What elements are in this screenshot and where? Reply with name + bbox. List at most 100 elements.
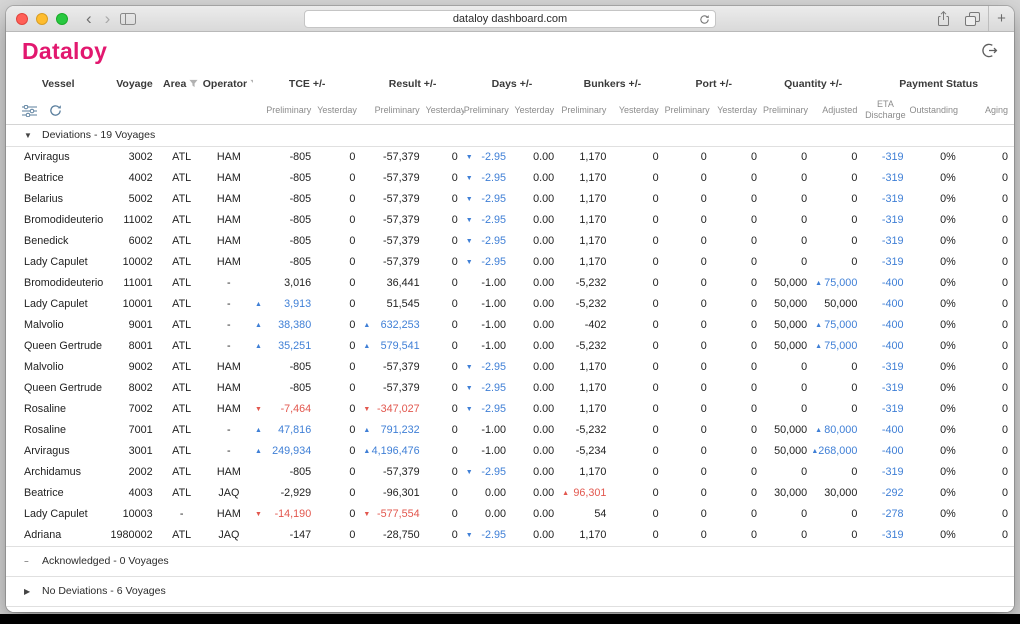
table-row[interactable]: Lady Capulet10002ATLHAM-8050-57,3790▼-2.… — [6, 252, 1014, 273]
section-expanded-icon[interactable]: ▼ — [24, 131, 33, 140]
cell-value: -400 — [882, 277, 904, 289]
cell-value: 0 — [801, 361, 807, 373]
subcolumn-header[interactable]: Aging — [962, 98, 1014, 124]
cell-value: 0 — [851, 235, 857, 247]
value-cell: -805 — [253, 462, 317, 483]
table-row[interactable]: Beatrice4003ATLJAQ-2,9290-96,30100.000.0… — [6, 483, 1014, 504]
cell-value: 9002 — [129, 361, 153, 373]
subcolumn-header[interactable]: Preliminary — [763, 98, 813, 124]
table-row[interactable]: Arviragus3001ATL-▲249,9340▲4,196,4760-1.… — [6, 441, 1014, 462]
cell-value: 0% — [940, 340, 956, 352]
cell-value: 0 — [349, 529, 355, 541]
section-row[interactable]: −Acknowledged - 0 Voyages — [6, 546, 1014, 576]
column-header-bunkers[interactable]: Bunkers +/- — [560, 70, 664, 98]
table-row[interactable]: Lady Capulet10003-HAM▼-14,1900▼-577,5540… — [6, 504, 1014, 525]
cell-value: -57,379 — [383, 466, 420, 478]
share-icon[interactable] — [936, 11, 951, 27]
cell-value: 0 — [701, 319, 707, 331]
value-cell: 0 — [763, 231, 813, 252]
address-bar[interactable]: dataloy dashboard.com — [304, 10, 716, 28]
new-tab-button[interactable]: + — [988, 6, 1014, 31]
table-row[interactable]: Beatrice4002ATLHAM-8050-57,3790▼-2.950.0… — [6, 168, 1014, 189]
column-header-tce[interactable]: TCE +/- — [253, 70, 361, 98]
zoom-button[interactable] — [56, 13, 68, 25]
table-row[interactable]: Adriana1980002ATLJAQ-1470-28,7500▼-2.950… — [6, 525, 1014, 547]
filter-settings-icon[interactable] — [22, 105, 37, 117]
table-row[interactable]: Rosaline7002ATLHAM▼-7,4640▼-347,0270▼-2.… — [6, 399, 1014, 420]
back-button[interactable]: ‹ — [83, 10, 95, 27]
value-cell: 0 — [665, 441, 713, 462]
column-header-operator[interactable]: Operator — [203, 70, 253, 98]
logout-icon[interactable] — [981, 42, 998, 59]
value-cell: 0 — [763, 252, 813, 273]
cell-value: 11001 — [123, 277, 152, 289]
value-cell: 0 — [612, 294, 664, 315]
cell-value: 36,441 — [387, 277, 420, 289]
column-header-result[interactable]: Result +/- — [361, 70, 463, 98]
section-row[interactable]: ▶No Deviations - 6 Voyages — [6, 576, 1014, 606]
value-cell: 0 — [665, 483, 713, 504]
section-row[interactable]: ▼Deviations - 19 Voyages — [6, 124, 1014, 146]
subcolumn-header[interactable]: Yesterday — [713, 98, 763, 124]
subcolumn-header[interactable] — [159, 98, 203, 124]
table-row[interactable]: Belarius5002ATLHAM-8050-57,3790▼-2.950.0… — [6, 189, 1014, 210]
table-row[interactable]: Malvolio9001ATL-▲38,3800▲632,2530-1.000.… — [6, 315, 1014, 336]
close-button[interactable] — [16, 13, 28, 25]
cell-value: 0 — [701, 256, 707, 268]
subcolumn-header[interactable] — [110, 98, 158, 124]
column-header-payment-status[interactable]: Payment Status — [863, 70, 1014, 98]
cell-value: 75,000 — [824, 277, 857, 289]
subcolumn-header[interactable]: Yesterday — [512, 98, 560, 124]
column-header-voyage[interactable]: Voyage — [110, 70, 158, 98]
table-row[interactable]: Bromodideuterio11001ATL-3,016036,4410-1.… — [6, 273, 1014, 294]
table-row[interactable]: Rosaline7001ATL-▲47,8160▲791,2320-1.000.… — [6, 420, 1014, 441]
value-cell: 0 — [763, 210, 813, 231]
subcolumn-header[interactable]: Yesterday — [612, 98, 664, 124]
subcolumn-header[interactable]: Preliminary — [665, 98, 713, 124]
subcolumn-header[interactable]: ETA Discharge — [863, 98, 909, 124]
table-row[interactable]: Archidamus2002ATLHAM-8050-57,3790▼-2.950… — [6, 462, 1014, 483]
operator-cell: - — [203, 315, 253, 336]
subcolumn-header[interactable]: Preliminary — [464, 98, 512, 124]
table-row[interactable]: Benedick6002ATLHAM-8050-57,3790▼-2.950.0… — [6, 231, 1014, 252]
subcolumn-header[interactable]: Preliminary — [361, 98, 425, 124]
forward-button[interactable]: › — [102, 10, 114, 27]
subcolumn-header[interactable]: Preliminary — [253, 98, 317, 124]
table-row[interactable]: Queen Gertrude8001ATL-▲35,2510▲579,5410-… — [6, 336, 1014, 357]
column-header-area[interactable]: Area — [159, 70, 203, 98]
value-cell: 0 — [713, 294, 763, 315]
voyage-cell: 9001 — [110, 315, 158, 336]
subcolumn-header[interactable]: Outstanding — [910, 98, 962, 124]
reload-icon[interactable] — [699, 14, 710, 25]
subcolumn-header[interactable]: Yesterday — [317, 98, 361, 124]
column-header-quantity[interactable]: Quantity +/- — [763, 70, 863, 98]
subcolumn-header[interactable]: Preliminary — [560, 98, 612, 124]
table-row[interactable]: Bromodideuterio11002ATLHAM-8050-57,3790▼… — [6, 210, 1014, 231]
filter-funnel-icon[interactable] — [189, 79, 198, 91]
table-row[interactable]: Lady Capulet10001ATL-▲3,913051,5450-1.00… — [6, 294, 1014, 315]
subcolumn-header[interactable] — [203, 98, 253, 124]
filter-funnel-icon[interactable] — [250, 79, 253, 91]
cell-value: 0 — [653, 508, 659, 520]
sidebar-toggle-button[interactable] — [120, 13, 136, 25]
tab-overview-icon[interactable] — [965, 12, 980, 26]
dataloy-logo: Dataloy — [22, 38, 107, 65]
table-row[interactable]: Arviragus3002ATLHAM-8050-57,3790▼-2.950.… — [6, 146, 1014, 168]
column-header-port[interactable]: Port +/- — [665, 70, 763, 98]
cell-value: 0 — [851, 466, 857, 478]
table-row[interactable]: Malvolio9002ATLHAM-8050-57,3790▼-2.950.0… — [6, 357, 1014, 378]
minimize-button[interactable] — [36, 13, 48, 25]
value-cell: 0 — [426, 399, 464, 420]
section-dash-icon[interactable]: − — [24, 557, 33, 566]
subcolumn-header[interactable]: Yesterday — [426, 98, 464, 124]
column-header-days[interactable]: Days +/- — [464, 70, 560, 98]
column-header-vessel[interactable]: Vessel — [6, 70, 110, 98]
value-cell: 0 — [713, 378, 763, 399]
section-collapsed-icon[interactable]: ▶ — [24, 587, 33, 596]
value-cell: 0 — [962, 378, 1014, 399]
table-row[interactable]: Queen Gertrude8002ATLHAM-8050-57,3790▼-2… — [6, 378, 1014, 399]
value-cell: 0% — [910, 168, 962, 189]
subcolumn-header[interactable]: Adjusted — [813, 98, 863, 124]
refresh-icon[interactable] — [49, 104, 62, 117]
cell-value: 0 — [653, 277, 659, 289]
